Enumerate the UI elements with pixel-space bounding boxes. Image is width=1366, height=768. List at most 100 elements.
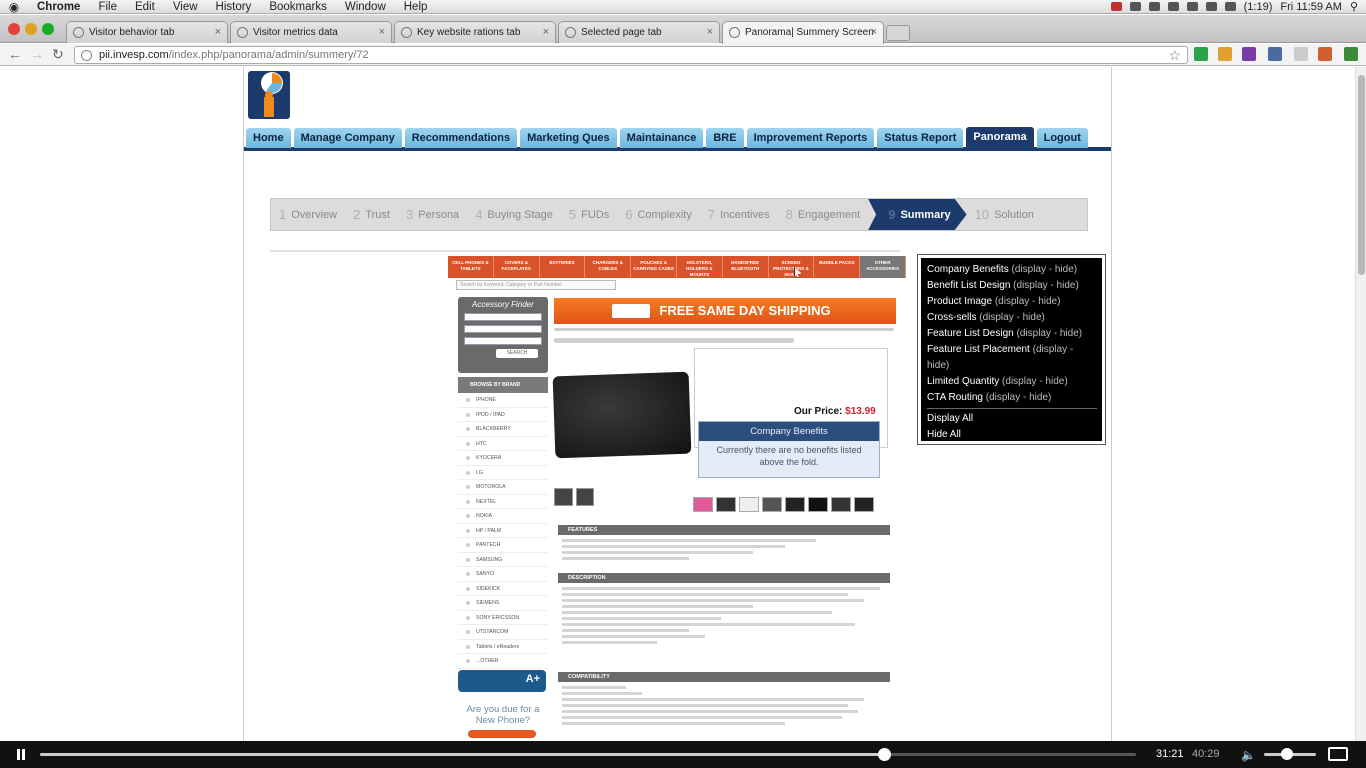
extension-icon[interactable] (1318, 47, 1332, 61)
display-link[interactable]: display (1005, 376, 1036, 387)
hide-link[interactable]: hide (1057, 280, 1076, 291)
back-arrow-icon[interactable]: ← (8, 46, 22, 62)
nav-improvement-reports[interactable]: Improvement Reports (746, 128, 875, 148)
hide-link[interactable]: hide (1038, 296, 1057, 307)
browser-tab[interactable]: Visitor behavior tab × (66, 21, 228, 43)
step-buying-stage[interactable]: 4 Buying Stage (467, 199, 561, 230)
nav-home[interactable]: Home (246, 128, 291, 148)
store-search-field: Search by Keyword, Category or Part Numb… (456, 280, 616, 290)
brand-item: ...OTHER (458, 654, 548, 669)
step-summary[interactable]: 9 Summary (868, 199, 967, 230)
finder-select (464, 325, 542, 333)
adobe-icon[interactable] (1129, 2, 1141, 11)
browser-tab[interactable]: Visitor metrics data × (230, 21, 392, 43)
battery-status[interactable]: (1:19) (1244, 1, 1273, 13)
display-link[interactable]: display (1036, 344, 1067, 355)
nav-marketing-ques[interactable]: Marketing Ques (520, 128, 617, 148)
step-persona[interactable]: 3 Persona (398, 199, 467, 230)
wifi-icon[interactable] (1186, 2, 1198, 11)
step-trust[interactable]: 2 Trust (345, 199, 398, 230)
page-scrollbar[interactable] (1355, 67, 1366, 741)
speaker-icon[interactable]: 🔈 (1241, 748, 1256, 762)
dropbox-icon[interactable] (1148, 2, 1160, 11)
seek-bar[interactable] (40, 753, 1136, 756)
browser-tab-active[interactable]: Panorama| Summery Screen × (722, 21, 884, 44)
nav-panorama[interactable]: Panorama (966, 127, 1034, 149)
hide-link[interactable]: hide (1060, 328, 1079, 339)
bookmark-star-icon[interactable]: ☆ (1168, 47, 1181, 64)
flag-icon[interactable] (1224, 2, 1236, 11)
menu-bookmarks[interactable]: Bookmarks (260, 1, 336, 13)
scrollbar-thumb[interactable] (1358, 75, 1365, 275)
nav-maintainance[interactable]: Maintainance (619, 128, 704, 148)
step-solution[interactable]: 10 Solution (967, 199, 1042, 230)
extension-icon[interactable] (1294, 47, 1308, 61)
record-icon[interactable] (1110, 2, 1122, 11)
close-tab-icon[interactable]: × (215, 26, 221, 38)
nav-logout[interactable]: Logout (1036, 128, 1088, 148)
hide-link[interactable]: hide (1029, 392, 1048, 403)
hide-all-link[interactable]: Hide All (927, 427, 1102, 443)
close-tab-icon[interactable]: × (707, 26, 713, 38)
clock[interactable]: Fri 11:59 AM (1280, 1, 1342, 13)
zoom-window-button[interactable] (42, 23, 54, 35)
minimize-window-button[interactable] (25, 23, 37, 35)
wrench-menu-icon[interactable] (1344, 47, 1358, 61)
apple-menu-icon[interactable]: ◉ (0, 0, 28, 14)
close-tab-icon[interactable]: × (871, 26, 877, 38)
display-all-link[interactable]: Display All (927, 411, 1102, 427)
pause-icon[interactable] (17, 749, 20, 760)
step-overview[interactable]: 1 Overview (271, 199, 345, 230)
seek-knob[interactable] (878, 748, 891, 761)
extension-icon[interactable] (1194, 47, 1208, 61)
hide-link[interactable]: hide (1023, 312, 1042, 323)
display-link[interactable]: display (983, 312, 1014, 323)
display-link[interactable]: display (998, 296, 1029, 307)
step-complexity[interactable]: 6 Complexity (617, 199, 700, 230)
menu-history[interactable]: History (207, 1, 261, 13)
display-link[interactable]: display (989, 392, 1020, 403)
close-tab-icon[interactable]: × (379, 26, 385, 38)
toggle-row-limited-quantity: Limited Quantity (display - hide) (927, 376, 1068, 387)
volume-icon[interactable] (1205, 2, 1217, 11)
step-number: 10 (974, 207, 990, 222)
fullscreen-icon[interactable] (1328, 747, 1348, 761)
hide-link[interactable]: hide (1045, 376, 1064, 387)
menu-file[interactable]: File (89, 1, 126, 13)
menu-help[interactable]: Help (395, 1, 437, 13)
bluetooth-icon[interactable] (1167, 2, 1179, 11)
menu-app-name[interactable]: Chrome (28, 1, 89, 13)
step-engagement[interactable]: 8 Engagement (778, 199, 869, 230)
step-fuds[interactable]: 5 FUDs (561, 199, 617, 230)
nav-manage-company[interactable]: Manage Company (293, 128, 402, 148)
reload-icon[interactable]: ↻ (52, 46, 64, 63)
spotlight-icon[interactable]: ⚲ (1350, 0, 1358, 13)
step-incentives[interactable]: 7 Incentives (700, 199, 778, 230)
browser-tab[interactable]: Key website rations tab × (394, 21, 556, 43)
page-favicon-icon (729, 27, 740, 38)
browser-tab[interactable]: Selected page tab × (558, 21, 720, 43)
nav-bre[interactable]: BRE (706, 128, 744, 148)
close-window-button[interactable] (8, 23, 20, 35)
menu-edit[interactable]: Edit (126, 1, 164, 13)
address-bar[interactable]: pii.invesp.com/index.php/panorama/admin/… (74, 46, 1188, 64)
nav-status-report[interactable]: Status Report (877, 128, 964, 148)
extension-icon[interactable] (1218, 47, 1232, 61)
nav-recommendations[interactable]: Recommendations (404, 128, 518, 148)
extension-icon[interactable] (1268, 47, 1282, 61)
step-label: FUDs (581, 208, 610, 221)
hide-link[interactable]: hide (927, 360, 946, 371)
display-link[interactable]: display (1015, 264, 1046, 275)
new-tab-button[interactable] (886, 25, 910, 41)
display-link[interactable]: display (1020, 328, 1051, 339)
menu-view[interactable]: View (164, 1, 207, 13)
extension-icon[interactable] (1242, 47, 1256, 61)
page-info-icon[interactable] (81, 50, 92, 61)
display-link[interactable]: display (1017, 280, 1048, 291)
toggle-row-feature-list-placement-cont: hide) (927, 360, 950, 371)
forward-arrow-icon[interactable]: → (30, 46, 44, 62)
menu-window[interactable]: Window (336, 1, 395, 13)
hide-link[interactable]: hide (1055, 264, 1074, 275)
volume-knob[interactable] (1281, 748, 1293, 760)
close-tab-icon[interactable]: × (543, 26, 549, 38)
